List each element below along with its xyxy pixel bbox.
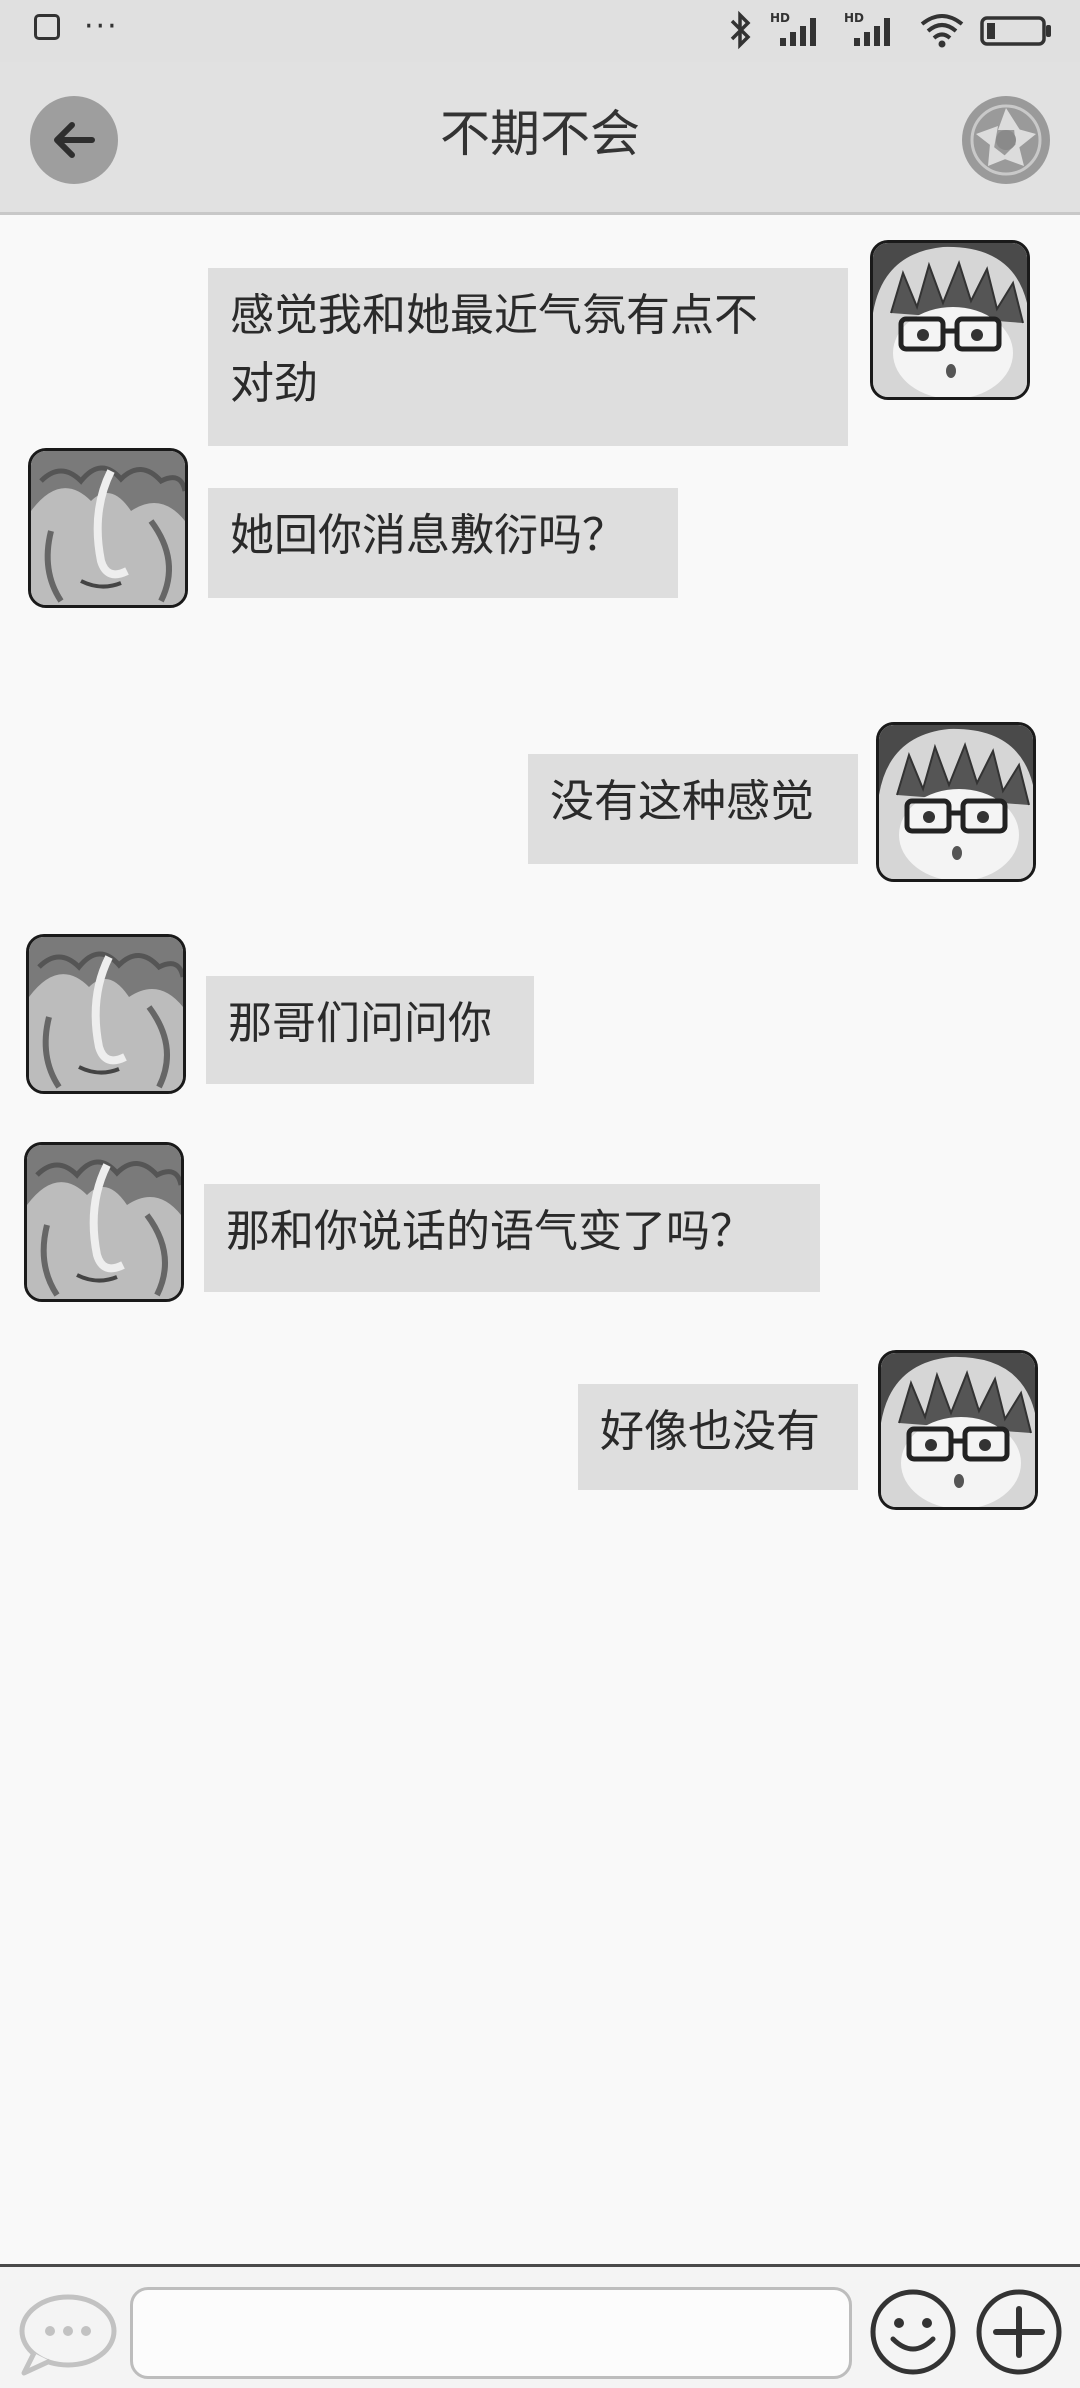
avatar-friend[interactable] bbox=[28, 448, 188, 608]
avatar-glasses-boy-icon bbox=[873, 243, 1027, 397]
message-bubble-outgoing[interactable]: 好像也没有 bbox=[578, 1384, 858, 1490]
more-notifications-icon: ··· bbox=[84, 9, 119, 44]
smiley-icon bbox=[870, 2289, 956, 2375]
notification-square-icon bbox=[34, 14, 60, 40]
message-text-line: 感觉我和她最近气氛有点不 bbox=[230, 290, 758, 341]
message-bubble-incoming[interactable]: 那和你说话的语气变了吗？ bbox=[204, 1184, 820, 1292]
avatar-friend[interactable] bbox=[24, 1142, 184, 1302]
voice-toggle-button[interactable] bbox=[14, 2287, 118, 2383]
avatar-curly-hair-icon bbox=[29, 937, 183, 1091]
wifi-icon bbox=[920, 14, 964, 48]
svg-text:HD: HD bbox=[770, 11, 790, 25]
message-input[interactable] bbox=[130, 2287, 852, 2379]
page-title: 不期不会 bbox=[440, 105, 640, 163]
message-text: 好像也没有 bbox=[600, 1406, 820, 1457]
svg-text:HD: HD bbox=[844, 11, 864, 25]
message-text: 那哥们问问你 bbox=[228, 998, 492, 1049]
message-text: 没有这种感觉 bbox=[550, 776, 814, 827]
input-bar bbox=[0, 2264, 1080, 2388]
avatar-self[interactable] bbox=[878, 1350, 1038, 1510]
message-text: 那和你说话的语气变了吗？ bbox=[226, 1206, 754, 1257]
battery-icon bbox=[980, 16, 1051, 46]
plus-circle-icon bbox=[976, 2289, 1062, 2375]
avatar-self[interactable] bbox=[870, 240, 1030, 400]
more-options-button[interactable] bbox=[974, 2287, 1064, 2381]
status-bar: ··· HD HD bbox=[0, 0, 1080, 62]
signal-hd-icon: HD bbox=[770, 11, 816, 46]
chat-bubble-icon bbox=[19, 2294, 117, 2376]
avatar-glasses-boy-icon bbox=[879, 725, 1033, 879]
message-text: 她回你消息敷衍吗？ bbox=[230, 510, 626, 561]
emoji-button[interactable] bbox=[868, 2287, 958, 2381]
avatar-curly-hair-icon bbox=[31, 451, 185, 605]
message-text-line: 对劲 bbox=[230, 358, 318, 409]
camera-button[interactable] bbox=[962, 96, 1050, 184]
avatar-self[interactable] bbox=[876, 722, 1036, 882]
message-bubble-incoming[interactable]: 那哥们问问你 bbox=[206, 976, 534, 1084]
avatar-friend[interactable] bbox=[26, 934, 186, 1094]
message-bubble-outgoing[interactable]: 没有这种感觉 bbox=[528, 754, 858, 864]
aperture-icon bbox=[970, 104, 1042, 176]
avatar-glasses-boy-icon bbox=[881, 1353, 1035, 1507]
chat-header: 不期不会 bbox=[0, 62, 1080, 215]
avatar-curly-hair-icon bbox=[27, 1145, 181, 1299]
message-bubble-incoming[interactable]: 她回你消息敷衍吗？ bbox=[208, 488, 678, 598]
signal-hd-icon-2: HD bbox=[844, 11, 890, 46]
message-bubble-outgoing[interactable]: 感觉我和她最近气氛有点不 对劲 bbox=[208, 268, 848, 446]
bluetooth-icon bbox=[730, 10, 751, 50]
